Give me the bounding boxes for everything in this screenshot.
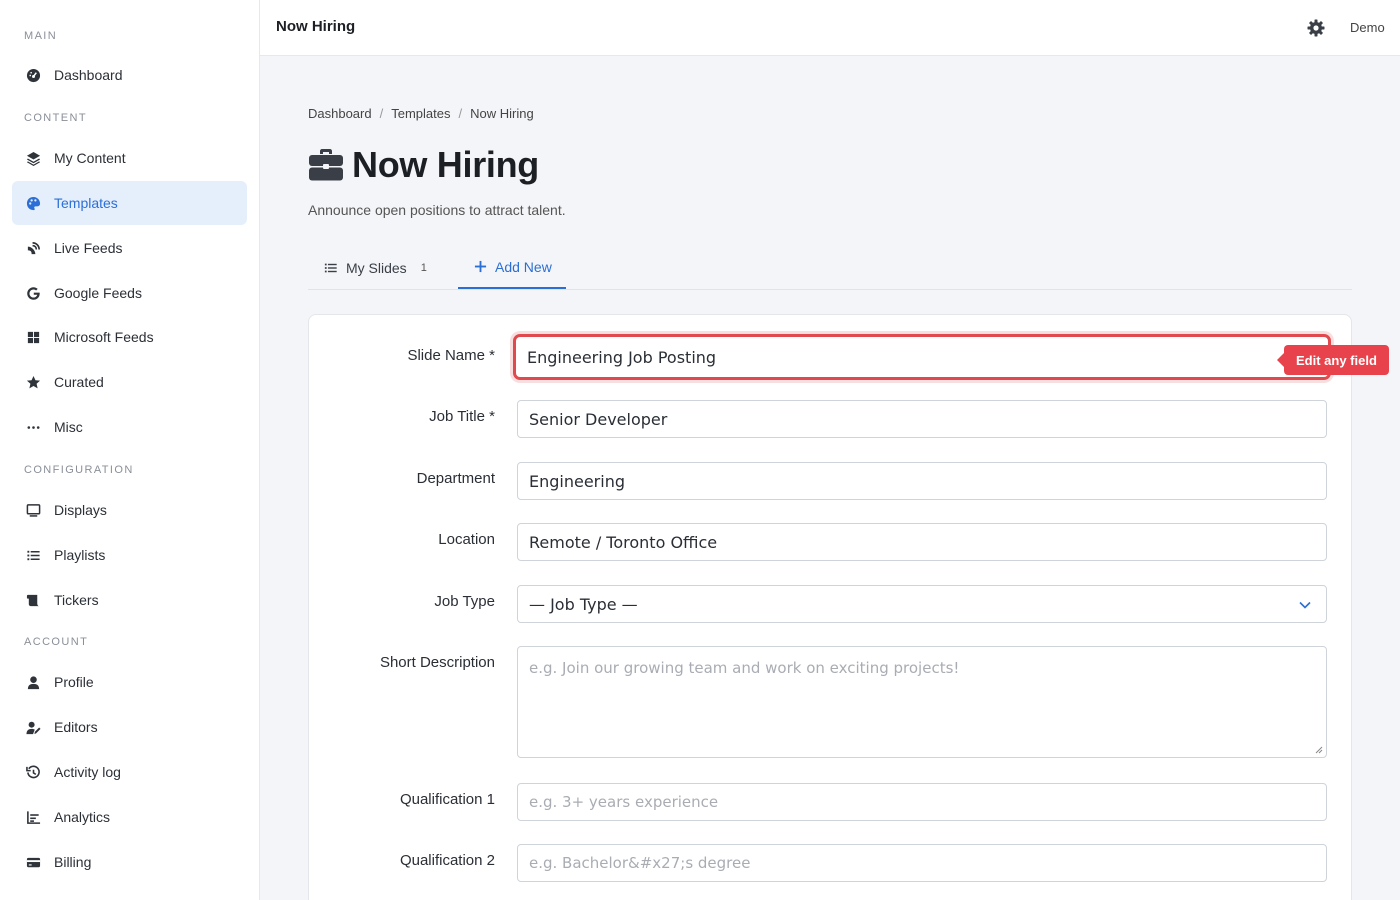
sidebar-item-activity-log[interactable]: Activity log [12, 750, 247, 794]
user-menu[interactable]: Demo [1350, 20, 1385, 35]
satellite-dish-icon [24, 239, 42, 257]
sidebar-item-editors[interactable]: Editors [12, 705, 247, 749]
page-subtitle: Announce open positions to attract talen… [308, 202, 566, 218]
breadcrumb-dashboard[interactable]: Dashboard [308, 106, 372, 121]
job-type-label: Job Type [434, 593, 495, 610]
section-label-account: ACCOUNT [24, 636, 89, 648]
sidebar-item-misc[interactable]: Misc [12, 405, 247, 449]
sidebar: MAIN Dashboard CONTENT My Content Templa… [0, 0, 260, 900]
qualification-1-label: Qualification 1 [399, 791, 495, 808]
sidebar-item-curated[interactable]: Curated [12, 360, 247, 404]
windows-icon [24, 328, 42, 346]
page-title-row: Now Hiring [308, 144, 539, 186]
sidebar-item-label: Live Feeds [54, 240, 123, 256]
short-description-textarea[interactable]: e.g. Join our growing team and work on e… [517, 646, 1327, 758]
department-label: Department [416, 470, 495, 487]
slide-name-label: Slide Name * [407, 347, 495, 364]
sidebar-item-label: Playlists [54, 547, 106, 563]
tabs: My Slides 1 Add New [308, 246, 1352, 290]
tab-my-slides-label: My Slides [346, 259, 407, 276]
section-label-main: MAIN [24, 30, 58, 42]
sidebar-item-tickers[interactable]: Tickers [12, 578, 247, 622]
monitor-icon [24, 501, 42, 519]
sidebar-item-templates[interactable]: Templates [12, 181, 247, 225]
top-bar: Now Hiring Demo [260, 0, 1400, 56]
ellipsis-icon [24, 418, 42, 436]
sidebar-item-microsoft-feeds[interactable]: Microsoft Feeds [12, 315, 247, 359]
layers-icon [24, 149, 42, 167]
sidebar-item-dashboard[interactable]: Dashboard [12, 53, 247, 97]
chart-icon [24, 808, 42, 826]
qualification-1-input[interactable]: e.g. 3+ years experience [517, 783, 1327, 821]
qualification-2-input[interactable]: e.g. Bachelor&#x27;s degree [517, 844, 1327, 882]
sidebar-item-playlists[interactable]: Playlists [12, 533, 247, 577]
sidebar-item-profile[interactable]: Profile [12, 660, 247, 704]
job-type-selected-value: — Job Type — [529, 594, 638, 614]
section-label-content: CONTENT [24, 112, 87, 124]
sidebar-item-label: Displays [54, 502, 107, 518]
short-description-placeholder: e.g. Join our growing team and work on e… [529, 659, 960, 677]
sidebar-item-label: Google Feeds [54, 285, 142, 301]
sidebar-item-label: Tickers [54, 592, 99, 608]
job-title-label: Job Title * [429, 408, 495, 425]
sidebar-item-label: My Content [54, 150, 126, 166]
slide-name-input[interactable]: Engineering Job Posting [513, 334, 1331, 380]
sidebar-item-live-feeds[interactable]: Live Feeds [12, 226, 247, 270]
sidebar-item-displays[interactable]: Displays [12, 488, 247, 532]
sidebar-item-billing[interactable]: Billing [12, 840, 247, 884]
plus-icon [474, 260, 487, 273]
google-icon [24, 284, 42, 302]
sidebar-item-label: Editors [54, 719, 98, 735]
star-icon [24, 373, 42, 391]
sidebar-item-label: Templates [54, 195, 118, 211]
user-icon [24, 673, 42, 691]
scroll-icon [24, 591, 42, 609]
gear-icon[interactable] [1306, 18, 1326, 38]
location-label: Location [438, 531, 495, 548]
page-title: Now Hiring [352, 144, 539, 185]
list-icon [324, 263, 337, 272]
sidebar-item-label: Dashboard [54, 67, 123, 83]
briefcase-icon [308, 148, 344, 182]
user-pen-icon [24, 718, 42, 736]
breadcrumb: Dashboard / Templates / Now Hiring [308, 106, 534, 121]
credit-card-icon [24, 853, 42, 871]
slide-count-badge: 1 [420, 261, 427, 274]
edit-hint-tooltip: Edit any field [1277, 345, 1389, 375]
breadcrumb-current: Now Hiring [470, 106, 534, 121]
location-input[interactable]: Remote / Toronto Office [517, 523, 1327, 561]
qualification-2-label: Qualification 2 [399, 852, 495, 869]
department-input[interactable]: Engineering [517, 462, 1327, 500]
breadcrumb-templates[interactable]: Templates [391, 106, 450, 121]
sidebar-item-label: Profile [54, 674, 94, 690]
history-icon [24, 763, 42, 781]
section-label-configuration: CONFIGURATION [24, 464, 134, 476]
sidebar-item-label: Misc [54, 419, 83, 435]
breadcrumb-separator: / [458, 106, 463, 121]
sidebar-item-label: Curated [54, 374, 104, 390]
sidebar-item-label: Activity log [54, 764, 121, 780]
gauge-icon [24, 66, 42, 84]
sidebar-item-label: Microsoft Feeds [54, 329, 154, 345]
tab-add-new-label: Add New [495, 258, 552, 275]
chevron-down-icon [1299, 601, 1311, 609]
breadcrumb-separator: / [379, 106, 384, 121]
resize-handle-icon[interactable] [1315, 746, 1323, 754]
sidebar-item-label: Analytics [54, 809, 111, 825]
short-description-label: Short Description [379, 654, 495, 671]
sidebar-item-label: Billing [54, 854, 92, 870]
sidebar-item-google-feeds[interactable]: Google Feeds [12, 271, 247, 315]
tab-my-slides[interactable]: My Slides 1 [308, 246, 448, 289]
topbar-title: Now Hiring [276, 18, 356, 35]
job-title-input[interactable]: Senior Developer [517, 400, 1327, 438]
palette-icon [24, 194, 42, 212]
tab-add-new[interactable]: Add New [458, 246, 566, 289]
sidebar-item-analytics[interactable]: Analytics [12, 795, 247, 839]
list-icon [24, 546, 42, 564]
sidebar-item-my-content[interactable]: My Content [12, 136, 247, 180]
job-type-select[interactable]: — Job Type — [517, 585, 1327, 623]
